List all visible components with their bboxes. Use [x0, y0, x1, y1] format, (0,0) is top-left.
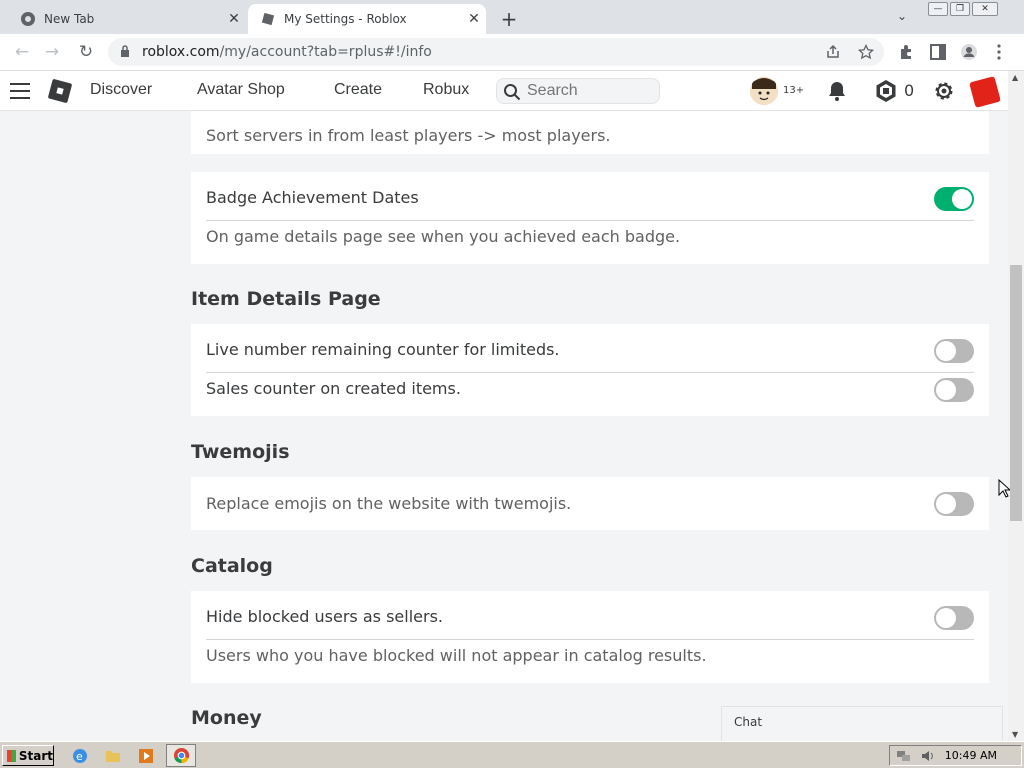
address-toolbar: ← → ↻ roblox.com/my/account?tab=rplus#!/… [0, 34, 1024, 71]
search-icon[interactable] [503, 83, 521, 101]
profile-icon[interactable] [960, 43, 978, 61]
section-title-money: Money [191, 707, 262, 729]
url-text: roblox.com/my/account?tab=rplus#!/info [142, 44, 432, 60]
omnibox[interactable]: roblox.com/my/account?tab=rplus#!/info [108, 38, 884, 66]
tab-search-chevron-icon[interactable]: ⌄ [897, 9, 907, 23]
minimize-button[interactable]: — [928, 2, 948, 16]
sales-counter-toggle[interactable] [934, 378, 974, 402]
nav-robux[interactable]: Robux [423, 81, 469, 99]
window-controls: — ❐ ✕ [928, 2, 998, 18]
browser-tab-bar: New Tab ✕ My Settings - Roblox ✕ + ⌄ — ❐… [0, 0, 1024, 34]
search-box [496, 78, 660, 104]
item-details-card: Live number remaining counter for limite… [191, 324, 989, 416]
windows-flag-icon [7, 749, 16, 762]
url-path: /my/account?tab=rplus#!/info [219, 44, 432, 60]
mouse-cursor-icon [998, 479, 1010, 498]
live-counter-toggle[interactable] [934, 339, 974, 363]
side-panel-icon[interactable] [929, 43, 947, 61]
clock: 10:49 AM [944, 749, 997, 762]
url-host: roblox.com [142, 44, 220, 60]
scrollbar-thumb[interactable] [1010, 265, 1022, 521]
twemojis-desc: Replace emojis on the website with twemo… [206, 494, 572, 513]
section-title-item-details: Item Details Page [191, 288, 381, 310]
notification-bell-icon[interactable] [825, 79, 849, 103]
live-counter-label: Live number remaining counter for limite… [206, 340, 560, 359]
badge-dates-desc: On game details page see when you achiev… [206, 227, 681, 246]
internet-explorer-icon[interactable]: e [71, 747, 89, 765]
extensions-puzzle-icon[interactable] [897, 43, 915, 61]
chrome-icon [21, 12, 35, 26]
folder-icon[interactable] [104, 747, 122, 765]
settings-content: Sort servers in from least players -> mo… [0, 111, 1008, 741]
divider [206, 220, 974, 221]
divider [206, 639, 974, 640]
scroll-up-arrow-icon[interactable]: ▲ [1012, 73, 1018, 82]
tab-my-settings[interactable]: My Settings - Roblox ✕ [248, 4, 486, 34]
nav-discover[interactable]: Discover [90, 81, 152, 99]
chrome-icon [173, 747, 190, 764]
divider [206, 372, 974, 373]
nav-avatar-shop[interactable]: Avatar Shop [197, 81, 285, 99]
tab-title: New Tab [44, 12, 95, 26]
forward-button[interactable]: → [42, 42, 62, 62]
start-button[interactable]: Start [2, 745, 54, 766]
badge-dates-label: Badge Achievement Dates [206, 188, 419, 207]
sales-counter-label: Sales counter on created items. [206, 379, 461, 398]
catalog-card: Hide blocked users as sellers. Users who… [191, 591, 989, 683]
settings-gear-icon[interactable] [932, 79, 956, 103]
section-title-catalog: Catalog [191, 555, 273, 577]
taskbar-chrome-button[interactable] [166, 744, 196, 767]
start-label: Start [18, 748, 53, 763]
media-player-icon[interactable] [137, 747, 155, 765]
back-button[interactable]: ← [12, 42, 32, 62]
nav-create[interactable]: Create [334, 81, 382, 99]
hide-blocked-toggle[interactable] [934, 606, 974, 630]
age-badge: 13+ [783, 85, 805, 96]
badge-dates-toggle[interactable] [934, 187, 974, 211]
scroll-down-arrow-icon[interactable]: ▼ [1012, 730, 1018, 739]
lock-icon [121, 45, 129, 57]
share-icon[interactable] [825, 44, 841, 60]
kebab-menu-icon[interactable] [994, 43, 1004, 61]
system-tray: 10:49 AM [889, 745, 1022, 766]
roblox-favicon-icon [261, 12, 275, 26]
tab-new-tab[interactable]: New Tab ✕ [8, 4, 246, 34]
bookmark-star-icon[interactable] [858, 44, 874, 60]
tab-title: My Settings - Roblox [284, 12, 407, 26]
page-scrollbar[interactable]: ▲ ▼ [1008, 71, 1024, 741]
close-tab-icon[interactable]: ✕ [222, 11, 246, 27]
robux-icon[interactable] [874, 79, 898, 103]
hide-blocked-label: Hide blocked users as sellers. [206, 607, 443, 626]
section-title-twemojis: Twemojis [191, 441, 290, 463]
twemojis-toggle[interactable] [934, 492, 974, 516]
volume-icon[interactable] [920, 749, 935, 763]
maximize-button[interactable]: ❐ [950, 2, 970, 16]
hide-blocked-desc: Users who you have blocked will not appe… [206, 646, 707, 665]
windows-taskbar: Start e 10:49 AM [0, 741, 1024, 768]
twemojis-card: Replace emojis on the website with twemo… [191, 477, 989, 530]
roblox-plus-extension-icon[interactable] [969, 76, 1001, 108]
reload-button[interactable]: ↻ [76, 42, 96, 62]
server-sort-desc: Sort servers in from least players -> mo… [206, 126, 611, 145]
server-sort-card: Sort servers in from least players -> mo… [191, 111, 989, 154]
close-tab-icon[interactable]: ✕ [462, 11, 486, 27]
new-tab-button[interactable]: + [498, 7, 520, 31]
badge-dates-card: Badge Achievement Dates On game details … [191, 172, 989, 264]
roblox-header: Discover Avatar Shop Create Robux 13+ 0 [0, 71, 1010, 111]
chat-label: Chat [734, 715, 763, 729]
roblox-logo[interactable] [47, 78, 73, 104]
svg-text:e: e [76, 750, 83, 763]
chat-bar[interactable]: Chat [721, 706, 1003, 742]
hamburger-menu-icon[interactable] [10, 83, 30, 99]
search-input[interactable] [527, 81, 655, 101]
network-icon[interactable] [896, 749, 911, 763]
robux-count[interactable]: 0 [904, 81, 914, 100]
avatar[interactable] [750, 77, 778, 105]
close-window-button[interactable]: ✕ [972, 2, 998, 16]
avatar-face-icon [750, 77, 778, 105]
